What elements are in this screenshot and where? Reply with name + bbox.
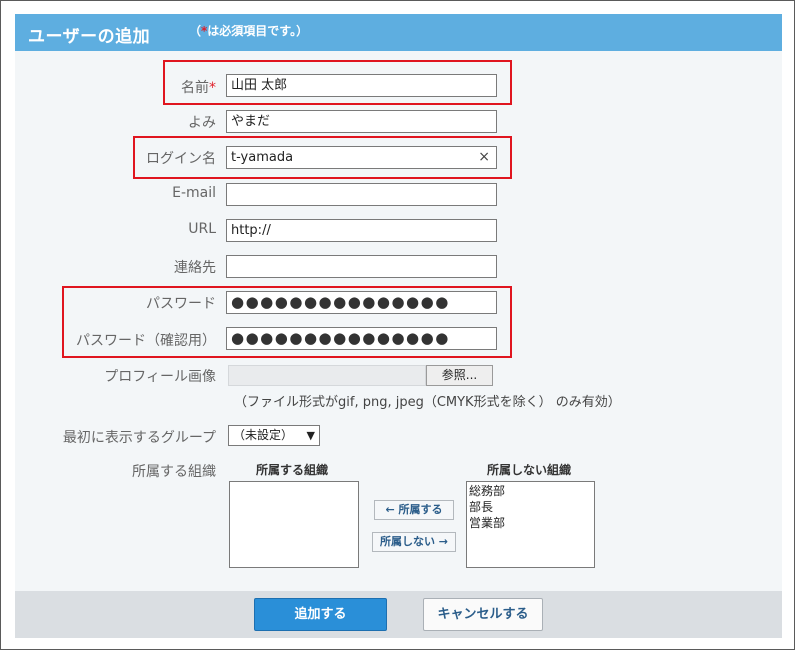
file-format-hint: （ファイル形式がgif, png, jpeg（CMYK形式を除く） のみ有効）	[234, 395, 621, 410]
assigned-orgs-list[interactable]	[229, 481, 359, 568]
unassigned-orgs-header: 所属しない組織	[487, 463, 572, 477]
clear-icon[interactable]: ×	[478, 150, 490, 165]
chevron-down-icon: ▼	[306, 429, 315, 442]
unassign-button[interactable]: 所属しない →	[372, 532, 456, 552]
assigned-orgs-header: 所属する組織	[256, 463, 329, 477]
name-label: 名前*	[181, 80, 216, 96]
unassigned-orgs-list[interactable]: 総務部 部長 営業部	[466, 481, 595, 568]
list-item[interactable]: 部長	[469, 499, 592, 515]
organizations-label: 所属する組織	[132, 464, 216, 480]
first-group-select[interactable]: （未設定） ▼	[228, 425, 320, 446]
password-confirm-label: パスワード（確認用）	[76, 333, 216, 349]
profile-image-label: プロフィール画像	[104, 369, 216, 385]
add-user-panel: ユーザーの追加 （*は必須項目です。） 名前* 山田 太郎 よみ やまだ ログイ…	[15, 14, 782, 638]
url-label: URL	[188, 221, 216, 237]
password-confirm-input[interactable]: ●●●●●●●●●●●●●●●	[226, 327, 497, 350]
add-button[interactable]: 追加する	[254, 598, 387, 631]
password-input[interactable]: ●●●●●●●●●●●●●●●	[226, 291, 497, 314]
email-input[interactable]	[226, 183, 497, 206]
dialog-frame: ユーザーの追加 （*は必須項目です。） 名前* 山田 太郎 よみ やまだ ログイ…	[0, 0, 795, 650]
contact-input[interactable]	[226, 255, 497, 278]
required-star: *	[209, 80, 216, 96]
file-path-field[interactable]	[228, 365, 426, 386]
assign-button[interactable]: ← 所属する	[374, 500, 454, 520]
page-title: ユーザーの追加	[28, 27, 151, 47]
url-input[interactable]: http://	[226, 219, 497, 242]
yomi-input[interactable]: やまだ	[226, 110, 497, 133]
yomi-label: よみ	[188, 115, 216, 131]
required-note: （*は必須項目です。）	[189, 24, 309, 38]
password-label: パスワード	[146, 296, 216, 312]
list-item[interactable]: 総務部	[469, 483, 592, 499]
name-input[interactable]: 山田 太郎	[226, 74, 497, 97]
login-label: ログイン名	[146, 151, 216, 167]
contact-label: 連絡先	[174, 260, 216, 276]
email-label: E-mail	[172, 185, 216, 201]
first-group-label: 最初に表示するグループ	[62, 430, 216, 446]
list-item[interactable]: 営業部	[469, 515, 592, 531]
panel-header: ユーザーの追加 （*は必須項目です。）	[15, 14, 782, 51]
login-input[interactable]: t-yamada ×	[226, 146, 497, 169]
browse-button[interactable]: 参照...	[426, 365, 493, 386]
cancel-button[interactable]: キャンセルする	[423, 598, 543, 631]
footer-bar	[15, 591, 782, 638]
